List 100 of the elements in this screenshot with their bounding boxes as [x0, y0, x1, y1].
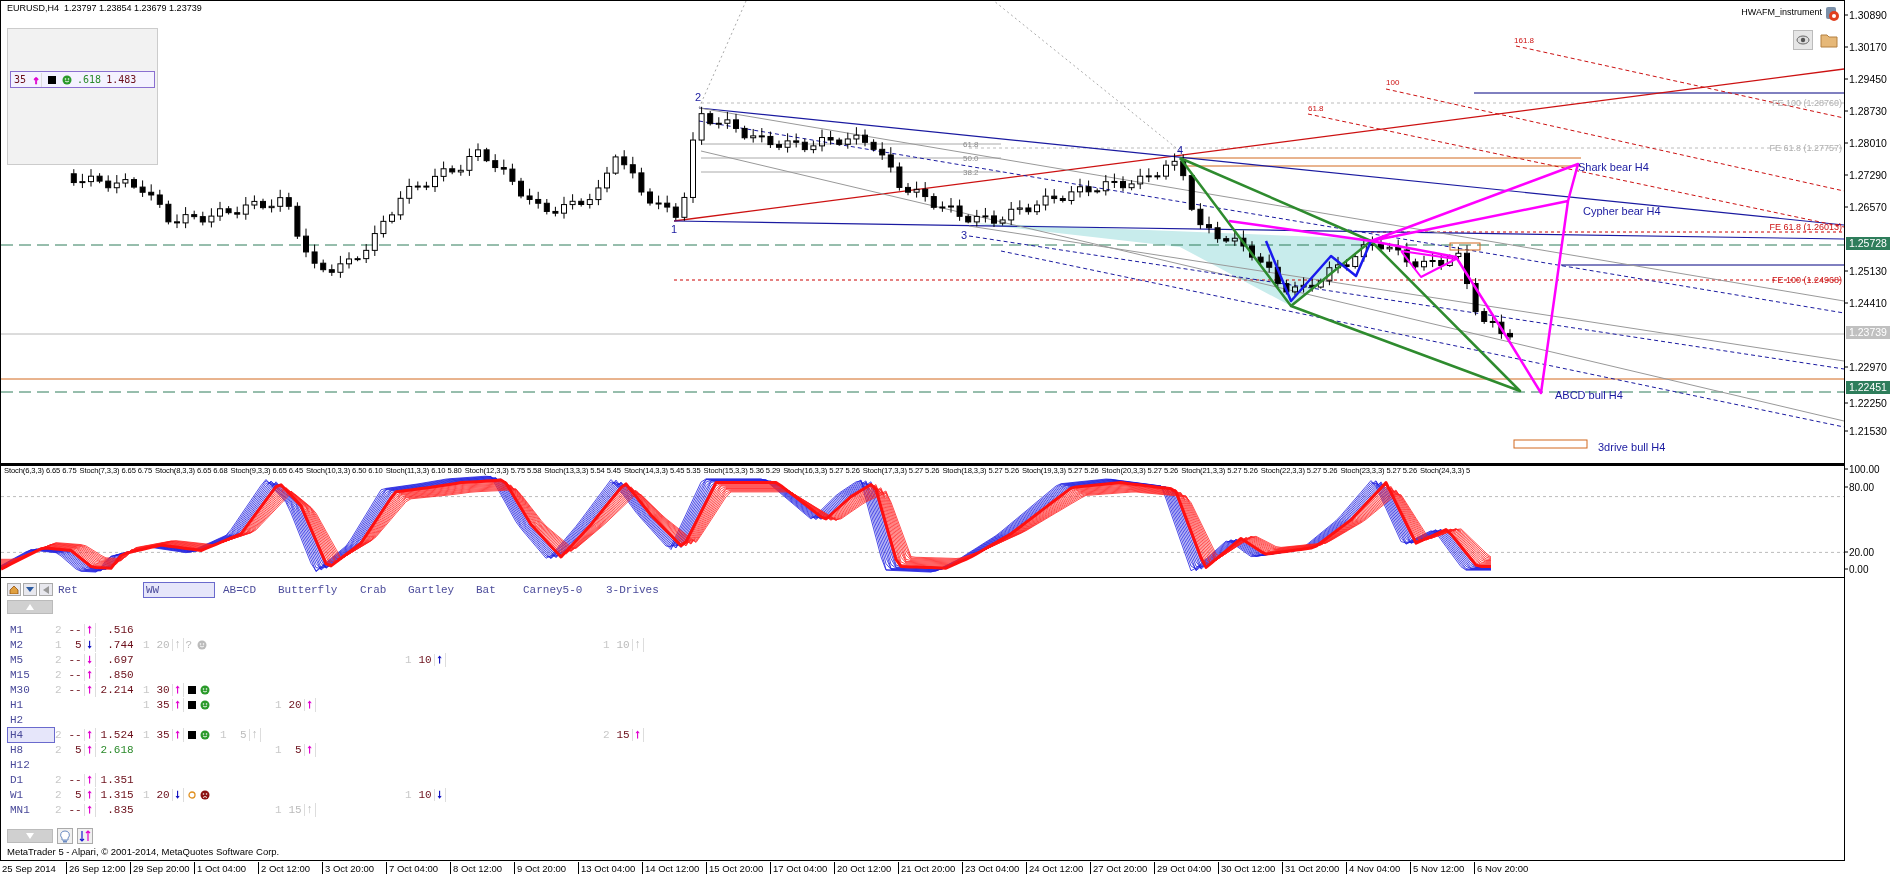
- price-axis-label: 1.21530: [1849, 425, 1887, 437]
- ratio-value: .835: [106, 804, 134, 816]
- price-quote: 1.23797 1.23854 1.23679 1.23739: [64, 3, 202, 13]
- arrow-text: ↑: [84, 728, 96, 742]
- tab[interactable]: Gartley: [405, 581, 458, 598]
- pattern-label: 3drive bull H4: [1598, 441, 1666, 453]
- price-axis-label: 1.25130: [1849, 265, 1887, 277]
- expansion-level-label: FE 100 (1.28760): [1771, 98, 1842, 108]
- timeframe-label[interactable]: H1: [7, 697, 27, 713]
- time-axis-label: 2 Oct 12:00: [258, 862, 322, 874]
- count-text: --: [67, 804, 85, 816]
- time-axis-label: 17 Oct 04:00: [770, 862, 834, 874]
- count-text: 10: [615, 639, 633, 651]
- timeframe-label[interactable]: H12: [7, 757, 33, 773]
- price-axis-label: 1.28010: [1849, 137, 1887, 149]
- tab[interactable]: AB=CD: [220, 581, 259, 598]
- expansion-level-label: FE 61.8 (1.26013): [1769, 222, 1842, 232]
- timeframe-label[interactable]: M5: [7, 652, 27, 668]
- price-axis-label: 1.30890: [1849, 9, 1887, 21]
- arrow-text: ↑: [84, 683, 96, 697]
- time-axis-label: 30 Oct 12:00: [1218, 862, 1282, 874]
- arrow-text: ↑: [632, 638, 644, 652]
- timeframe-label[interactable]: MN1: [7, 802, 33, 818]
- count-text: 30: [155, 684, 173, 696]
- ratio-value: 2.618: [99, 744, 134, 756]
- ratio-value: 1.351: [99, 774, 134, 786]
- timeframe-label[interactable]: D1: [7, 772, 27, 788]
- price-axis-label: 1.26570: [1849, 201, 1887, 213]
- price-axis-label: 1.29450: [1849, 73, 1887, 85]
- pattern-label: ABCD bull H4: [1555, 389, 1623, 401]
- timeframe-label[interactable]: H2: [7, 712, 27, 728]
- count-text: 5: [67, 789, 85, 801]
- count-text: 5: [67, 639, 85, 651]
- arrow-text: ↑: [632, 728, 644, 742]
- timeframe-label[interactable]: M30: [7, 682, 33, 698]
- time-axis-label: 8 Oct 12:00: [450, 862, 514, 874]
- indicator-name: HWAFM_instrument: [1741, 7, 1822, 17]
- price-axis-label: 1.22970: [1849, 361, 1887, 373]
- timeframe-label[interactable]: H4: [7, 727, 55, 743]
- ratio-value: 1.315: [99, 789, 134, 801]
- indicator-axis-label: 20.00: [1849, 547, 1875, 558]
- count-text: 5: [287, 744, 305, 756]
- count-text: --: [67, 774, 85, 786]
- timeframe-label[interactable]: M2: [7, 637, 27, 653]
- tab[interactable]: Ret: [55, 581, 81, 598]
- arrow-text: ↓: [84, 653, 96, 667]
- timeframe-label[interactable]: M1: [7, 622, 27, 638]
- time-axis-label: 1 Oct 04:00: [194, 862, 258, 874]
- timeframe-label[interactable]: W1: [7, 787, 27, 803]
- time-axis-label: 29 Oct 04:00: [1154, 862, 1218, 874]
- tab[interactable]: 3-Drives: [603, 581, 662, 598]
- ratio-value: .744: [106, 639, 134, 651]
- arrow-text: ↑: [304, 698, 316, 712]
- price-axis-label: 1.24410: [1849, 297, 1887, 309]
- tab[interactable]: Butterfly: [275, 581, 341, 598]
- fib-level-label: 61.8: [963, 140, 979, 149]
- arrow-text: ↓: [84, 638, 96, 652]
- question-text: ?: [185, 639, 193, 651]
- time-axis-label: 25 Sep 2014: [1, 862, 57, 874]
- time-axis-label: 13 Oct 04:00: [578, 862, 642, 874]
- fib-level-label: 161.8: [1514, 36, 1535, 45]
- point-label: 1: [671, 223, 678, 235]
- indicator-axis-label: 80.00: [1849, 482, 1875, 493]
- point-label: 2: [695, 91, 702, 103]
- time-axis-label: 6 Nov 20:00: [1474, 862, 1538, 874]
- arrow-text: ↑: [249, 728, 261, 742]
- timeframe-label[interactable]: M15: [7, 667, 33, 683]
- expansion-level-label: FE 100 (1.24968): [1771, 275, 1842, 285]
- count-text: 35: [155, 699, 173, 711]
- price-badge: 1.22451: [1846, 381, 1890, 394]
- time-axis-label: 5 Nov 12:00: [1410, 862, 1474, 874]
- time-axis-label: 14 Oct 12:00: [642, 862, 706, 874]
- price-axis-label: 1.22250: [1849, 397, 1887, 409]
- ratio-value: 1.524: [99, 729, 134, 741]
- count-text: 10: [417, 654, 435, 666]
- time-axis-label: 27 Oct 20:00: [1090, 862, 1154, 874]
- tab[interactable]: Bat: [473, 581, 499, 598]
- tab[interactable]: WW: [143, 581, 215, 598]
- price-axis-label: 1.30170: [1849, 41, 1887, 53]
- time-axis-label: 21 Oct 20:00: [898, 862, 962, 874]
- time-axis-label: 15 Oct 20:00: [706, 862, 770, 874]
- tab[interactable]: Carney5-0: [520, 581, 586, 598]
- count-text: 20: [155, 639, 173, 651]
- tab[interactable]: Crab: [357, 581, 390, 598]
- arrow-text: ↑: [172, 728, 184, 742]
- timeframe-label[interactable]: H8: [7, 742, 27, 758]
- count-text: --: [67, 669, 85, 681]
- fib-level-label: 100: [1386, 78, 1400, 87]
- price-axis-label: 1.28730: [1849, 105, 1887, 117]
- time-axis-label: 29 Sep 20:00: [130, 862, 194, 874]
- time-axis-label: 3 Oct 20:00: [322, 862, 386, 874]
- count-text: 35: [155, 729, 173, 741]
- arrow-text: ↑: [84, 623, 96, 637]
- arrow-text: ↑: [84, 788, 96, 802]
- ratio-value: .697: [106, 654, 134, 666]
- fib-level-label: 61.8: [1308, 104, 1324, 113]
- arrow-text: ↑: [172, 683, 184, 697]
- ratio-value: .850: [106, 669, 134, 681]
- time-axis-label: 24 Oct 12:00: [1026, 862, 1090, 874]
- arrow-text: ↑: [172, 638, 184, 652]
